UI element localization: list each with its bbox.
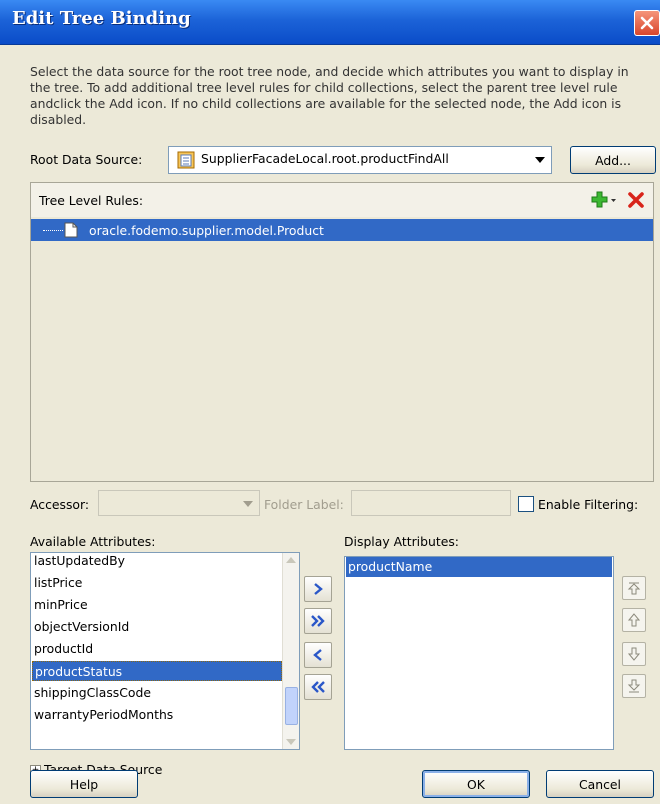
- folder-label-label: Folder Label:: [264, 497, 344, 512]
- move-selected-button[interactable]: [304, 576, 332, 602]
- chevron-right-icon: [314, 583, 323, 595]
- list-item[interactable]: shippingClassCode: [32, 683, 282, 703]
- move-all-button[interactable]: [304, 608, 332, 634]
- cancel-button-label: Cancel: [579, 776, 621, 792]
- ok-button[interactable]: OK: [422, 770, 530, 798]
- arrow-top-icon: [627, 582, 641, 595]
- chevron-down-icon[interactable]: [535, 157, 545, 163]
- list-item-selected[interactable]: productName: [346, 557, 612, 577]
- description-text: Select the data source for the root tree…: [30, 64, 629, 127]
- arrow-bottom-icon: [627, 679, 641, 693]
- edit-tree-binding-dialog: Edit Tree Binding Select the data source…: [0, 0, 660, 804]
- delete-rule-icon[interactable]: [627, 191, 645, 209]
- arrow-down-icon: [627, 647, 641, 661]
- list-item[interactable]: minPrice: [32, 595, 282, 615]
- root-data-source-label: Root Data Source:: [30, 152, 143, 167]
- scroll-up-icon[interactable]: [286, 557, 296, 563]
- dialog-title: Edit Tree Binding: [12, 8, 191, 29]
- remove-selected-button[interactable]: [304, 642, 332, 668]
- list-item[interactable]: objectVersionId: [32, 617, 282, 637]
- chevron-down-icon[interactable]: [243, 501, 253, 507]
- move-up-button[interactable]: [622, 608, 646, 632]
- tree-rule-label: oracle.fodemo.supplier.model.Product: [89, 223, 324, 238]
- chevron-left-icon: [313, 649, 322, 661]
- tree-level-rules-tree[interactable]: oracle.fodemo.supplier.model.Product: [31, 217, 653, 481]
- tree-rule-row[interactable]: oracle.fodemo.supplier.model.Product: [31, 219, 653, 241]
- list-item[interactable]: listPrice: [32, 573, 282, 593]
- title-bar[interactable]: Edit Tree Binding: [0, 0, 660, 45]
- close-button[interactable]: [634, 10, 660, 36]
- add-button[interactable]: Add...: [570, 146, 656, 174]
- add-button-label: Add...: [595, 152, 631, 168]
- tree-level-rules-header: Tree Level Rules:: [31, 183, 653, 218]
- scroll-thumb[interactable]: [285, 687, 298, 725]
- remove-all-button[interactable]: [304, 674, 332, 700]
- list-item[interactable]: productId: [32, 639, 282, 659]
- enable-filtering-checkbox[interactable]: [518, 496, 534, 512]
- list-item[interactable]: lastUpdatedBy: [32, 553, 282, 571]
- list-item[interactable]: warrantyPeriodMonths: [32, 705, 282, 725]
- help-button[interactable]: Help: [30, 770, 138, 798]
- accessor-label: Accessor:: [30, 497, 90, 512]
- double-chevron-right-icon: [311, 615, 325, 627]
- tree-level-rules-label: Tree Level Rules:: [39, 193, 143, 208]
- available-attributes-label: Available Attributes:: [30, 534, 156, 549]
- move-top-button[interactable]: [622, 576, 646, 600]
- available-attributes-scrollbar[interactable]: [282, 553, 299, 749]
- cancel-button[interactable]: Cancel: [546, 770, 654, 798]
- move-down-button[interactable]: [622, 642, 646, 666]
- collection-icon: [177, 151, 195, 169]
- tree-level-rules-panel: Tree Level Rules: oracle.fodemo.supplier…: [30, 182, 654, 482]
- root-data-source-value: SupplierFacadeLocal.root.productFindAll: [201, 151, 449, 166]
- folder-label-field[interactable]: [351, 490, 511, 516]
- display-attributes-list[interactable]: productName: [344, 556, 614, 750]
- document-icon: [64, 222, 78, 238]
- scroll-down-icon[interactable]: [286, 739, 296, 745]
- available-attributes-list[interactable]: lastUpdatedBy listPrice minPrice objectV…: [30, 552, 300, 750]
- close-icon: [640, 16, 654, 30]
- tree-connector: [43, 230, 63, 231]
- move-bottom-button[interactable]: [622, 674, 646, 698]
- root-data-source-combo[interactable]: SupplierFacadeLocal.root.productFindAll: [168, 146, 552, 174]
- double-chevron-left-icon: [311, 681, 325, 693]
- list-item-selected[interactable]: productStatus: [32, 661, 282, 681]
- add-rule-icon[interactable]: [591, 191, 617, 209]
- enable-filtering-label: Enable Filtering:: [538, 497, 639, 512]
- accessor-combo[interactable]: [98, 490, 260, 516]
- arrow-up-icon: [627, 613, 641, 627]
- ok-button-label: OK: [467, 776, 485, 792]
- help-button-label: Help: [69, 776, 99, 792]
- display-attributes-label: Display Attributes:: [344, 534, 459, 549]
